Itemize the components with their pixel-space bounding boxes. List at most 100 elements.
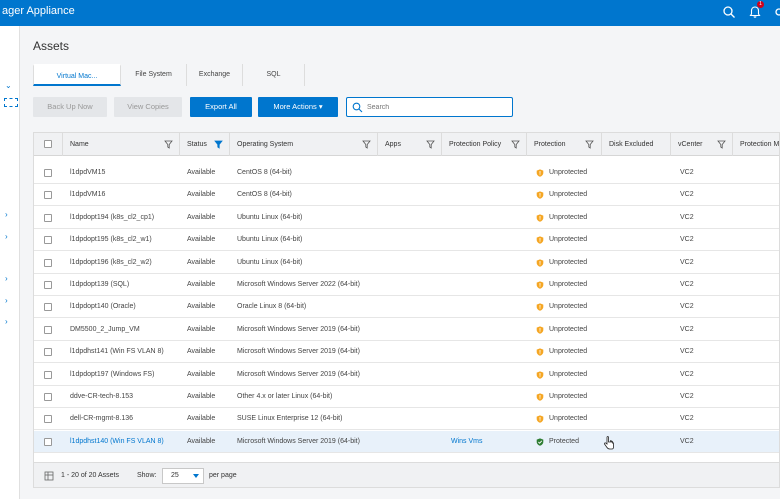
filter-active-icon[interactable]: [214, 140, 223, 149]
table-row[interactable]: l1dpdopt197 (Windows FS) Available Microso…: [34, 363, 779, 386]
asset-protection: Unprotected: [549, 325, 588, 333]
asset-status: Available: [187, 191, 216, 199]
asset-protection-policy[interactable]: [451, 162, 521, 184]
table-row[interactable]: l1dpdVM16 Available CentOS 8 (64-bit) Unpro…: [34, 184, 779, 207]
asset-operating-system: Oracle Linux 8 (64-bit): [237, 303, 307, 311]
asset-name[interactable]: l1dpdopt140 (Oracle): [70, 296, 180, 318]
asset-protection-policy[interactable]: [451, 386, 521, 408]
column-header-apps[interactable]: Apps: [378, 133, 442, 156]
row-checkbox[interactable]: [44, 325, 52, 334]
table-row[interactable]: ddve-CR-tech-8.153 Available Other 4.x or …: [34, 386, 779, 408]
asset-name[interactable]: l1dpdhst141 (Win FS VLAN 8): [70, 341, 180, 363]
chevron-right-icon[interactable]: ›: [5, 318, 13, 326]
tab-sql[interactable]: SQL: [243, 64, 305, 86]
table-row[interactable]: l1dpdopt196 (k8s_cl2_w2) Available Ubuntu …: [34, 251, 779, 274]
column-header-vcenter[interactable]: vCenter: [671, 133, 733, 156]
column-header-protection-policy[interactable]: Protection Policy: [442, 133, 527, 156]
show-label: Show:: [137, 472, 157, 479]
chevron-right-icon[interactable]: ›: [5, 233, 13, 241]
asset-protection-policy[interactable]: [451, 296, 521, 318]
asset-protection-policy[interactable]: [451, 207, 521, 229]
asset-name[interactable]: DM5500_2_Jump_VM: [70, 319, 180, 341]
asset-protection-policy[interactable]: [451, 341, 521, 363]
asset-name[interactable]: l1dpdopt139 (SQL): [70, 274, 180, 296]
row-checkbox[interactable]: [44, 169, 52, 177]
table-row[interactable]: DM5500_2_Jump_VM Available Microsoft Windo…: [34, 318, 779, 341]
row-checkbox[interactable]: [44, 213, 52, 222]
asset-name[interactable]: l1dpdVM16: [70, 184, 180, 206]
search-input[interactable]: [367, 100, 507, 114]
export-all-button[interactable]: Export All: [190, 97, 252, 117]
tab-exchange[interactable]: Exchange: [187, 64, 243, 86]
caret-down-icon: ▾: [318, 102, 323, 111]
table-row[interactable]: l1dpdhst141 (Win FS VLAN 8) Available Micr…: [34, 341, 779, 364]
asset-protection-policy[interactable]: [451, 319, 521, 341]
row-checkbox[interactable]: [44, 437, 52, 446]
asset-operating-system: Ubuntu Linux (64-bit): [237, 236, 303, 244]
row-checkbox[interactable]: [44, 393, 52, 401]
row-checkbox[interactable]: [44, 303, 52, 312]
filter-icon[interactable]: [511, 140, 520, 149]
column-header-protection[interactable]: Protection: [527, 133, 602, 156]
chevron-right-icon[interactable]: ›: [5, 297, 13, 305]
table-row[interactable]: l1dpdopt195 (k8s_cl2_w1) Available Ubuntu …: [34, 229, 779, 252]
page-size-select[interactable]: 25: [162, 468, 204, 484]
filter-icon[interactable]: [164, 140, 173, 149]
asset-protection-policy[interactable]: [451, 252, 521, 274]
table-row[interactable]: l1dpdVM15 Available CentOS 8 (64-bit) Unpro…: [34, 162, 779, 184]
tab-virtual-machines[interactable]: Virtual Mac...: [33, 64, 121, 86]
asset-name[interactable]: l1dpdopt197 (Windows FS): [70, 364, 180, 386]
row-checkbox[interactable]: [44, 191, 52, 200]
asset-name[interactable]: l1dpdopt194 (k8s_cl2_cp1): [70, 207, 180, 229]
column-header-protection-m[interactable]: Protection M: [733, 133, 779, 156]
asset-protection-policy[interactable]: [451, 364, 521, 386]
filter-icon[interactable]: [585, 140, 594, 149]
asset-operating-system: Ubuntu Linux (64-bit): [237, 258, 303, 266]
asset-name[interactable]: l1dpdopt195 (k8s_cl2_w1): [70, 229, 180, 251]
asset-operating-system: Microsoft Windows Server 2019 (64-bit): [237, 437, 360, 445]
column-header-status[interactable]: Status: [180, 133, 230, 156]
chevron-right-icon[interactable]: ›: [5, 211, 13, 219]
row-checkbox[interactable]: [44, 236, 52, 245]
tab-file-system[interactable]: File System: [121, 64, 187, 86]
asset-protection: Unprotected: [549, 281, 588, 288]
asset-protection-policy[interactable]: [451, 229, 521, 251]
asset-name[interactable]: l1dpdhst140 (Win FS VLAN 8): [70, 431, 180, 453]
asset-protection-policy[interactable]: [451, 184, 521, 206]
asset-protection-policy[interactable]: [451, 274, 521, 296]
chevron-right-icon[interactable]: ›: [5, 275, 13, 283]
table-row[interactable]: l1dpdhst140 (Win FS VLAN 8) Available Micr…: [34, 430, 779, 453]
asset-name[interactable]: ddve-CR-tech-8.153: [70, 386, 180, 408]
column-header-operating-system[interactable]: Operating System: [230, 133, 378, 156]
filter-icon[interactable]: [362, 140, 371, 149]
back-up-now-button[interactable]: Back Up Now: [33, 97, 107, 117]
nav-selected-item[interactable]: [4, 98, 18, 107]
view-copies-button[interactable]: View Copies: [114, 97, 182, 117]
column-header-disk-excluded[interactable]: Disk Excluded: [602, 133, 671, 156]
filter-icon[interactable]: [717, 140, 726, 149]
filter-icon[interactable]: [426, 140, 435, 149]
chevron-down-icon[interactable]: ⌄: [5, 82, 13, 90]
row-checkbox[interactable]: [44, 281, 52, 289]
table-row[interactable]: l1dpdopt194 (k8s_cl2_cp1) Available Ubuntu…: [34, 206, 779, 229]
row-checkbox[interactable]: [44, 370, 52, 379]
asset-status: Available: [187, 437, 216, 445]
asset-name[interactable]: l1dpdVM15: [70, 162, 180, 184]
search-icon[interactable]: [722, 5, 736, 19]
column-header-name[interactable]: Name: [63, 133, 180, 156]
asset-protection-policy[interactable]: Wins Vms: [451, 431, 521, 453]
table-row[interactable]: l1dpdopt140 (Oracle) Available Oracle Linu…: [34, 296, 779, 319]
more-actions-button[interactable]: More Actions ▾: [258, 97, 338, 117]
select-all-checkbox[interactable]: [44, 140, 52, 148]
row-checkbox[interactable]: [44, 348, 52, 357]
more-actions-label: More Actions: [273, 102, 317, 111]
row-checkbox[interactable]: [44, 415, 52, 424]
asset-name[interactable]: l1dpdopt196 (k8s_cl2_w2): [70, 252, 180, 274]
table-row[interactable]: dell-CR-mgmt-8.136 Available SUSE Linux En…: [34, 408, 779, 431]
asset-protection-policy[interactable]: [451, 408, 521, 430]
gear-icon[interactable]: [772, 5, 780, 19]
search-box[interactable]: [346, 97, 513, 117]
table-row[interactable]: l1dpdopt139 (SQL) Available Microsoft Wind…: [34, 274, 779, 296]
row-checkbox[interactable]: [44, 258, 52, 267]
asset-name[interactable]: dell-CR-mgmt-8.136: [70, 408, 180, 430]
